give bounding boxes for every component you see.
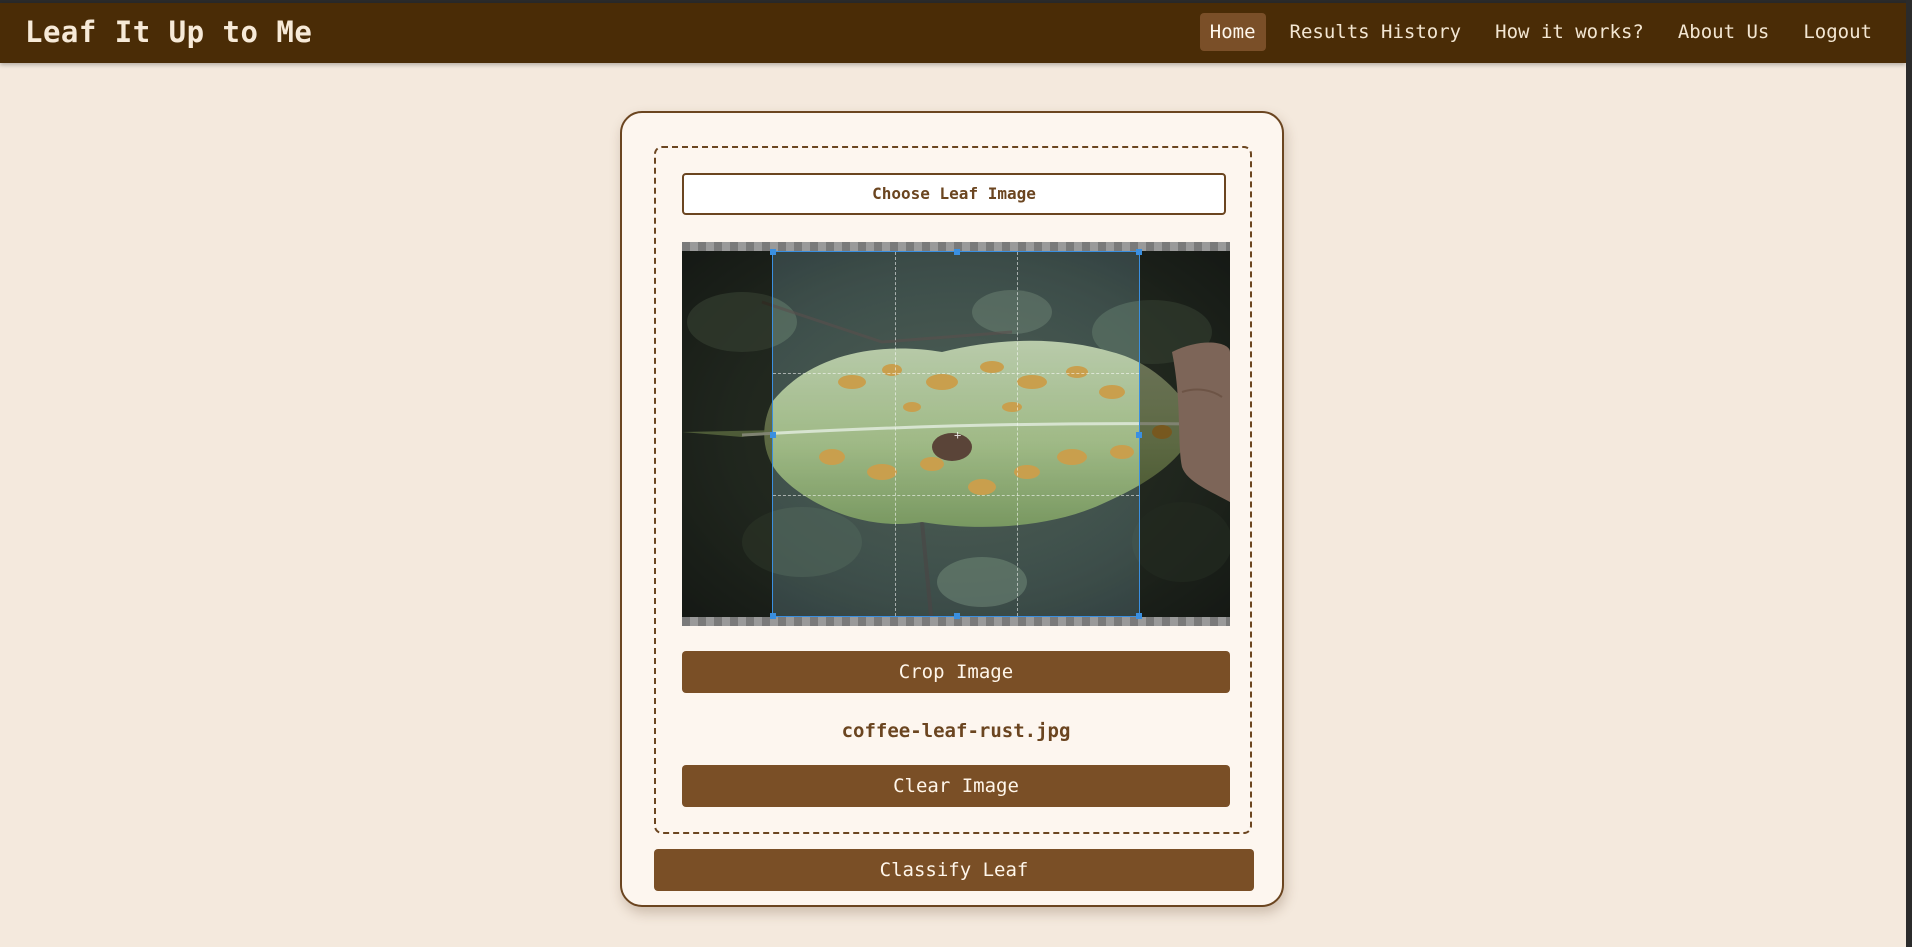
navbar: Leaf It Up to Me Home Results History Ho… (0, 3, 1906, 63)
crop-mask-left (682, 251, 772, 617)
crop-guide-vertical-2 (1016, 252, 1018, 616)
crop-center-icon: + (954, 428, 962, 442)
nav-results-history[interactable]: Results History (1280, 13, 1472, 51)
nav-links: Home Results History How it works? About… (1199, 13, 1882, 51)
crop-handle-top-left[interactable] (770, 249, 776, 255)
nav-home[interactable]: Home (1199, 13, 1266, 51)
crop-handle-left[interactable] (770, 432, 776, 438)
brand-title[interactable]: Leaf It Up to Me (25, 15, 312, 49)
crop-guide-horizontal-2 (773, 494, 1139, 496)
image-dropzone[interactable]: Choose Leaf Image + Crop Image coffee-le… (654, 146, 1252, 834)
crop-handle-top[interactable] (954, 249, 960, 255)
nav-how-it-works[interactable]: How it works? (1485, 13, 1654, 51)
crop-selection-box[interactable]: + (770, 249, 1142, 619)
crop-handle-top-right[interactable] (1136, 249, 1142, 255)
crop-handle-bottom-right[interactable] (1136, 613, 1142, 619)
choose-leaf-image-button[interactable]: Choose Leaf Image (682, 173, 1226, 215)
clear-image-button[interactable]: Clear Image (682, 765, 1230, 807)
crop-handle-bottom-left[interactable] (770, 613, 776, 619)
crop-guide-horizontal-1 (773, 373, 1139, 375)
upload-card: Choose Leaf Image + Crop Image coffee-le… (620, 111, 1284, 907)
crop-handle-bottom[interactable] (954, 613, 960, 619)
crop-guide-vertical-1 (894, 252, 896, 616)
classify-leaf-button[interactable]: Classify Leaf (654, 849, 1254, 891)
nav-about-us[interactable]: About Us (1668, 13, 1780, 51)
page-scrollbar[interactable] (1906, 0, 1912, 947)
image-cropper[interactable]: + (682, 242, 1230, 626)
crop-mask-right (1140, 251, 1230, 617)
crop-image-button[interactable]: Crop Image (682, 651, 1230, 693)
crop-handle-right[interactable] (1136, 432, 1142, 438)
selected-file-name: coffee-leaf-rust.jpg (841, 720, 1071, 742)
nav-logout[interactable]: Logout (1793, 13, 1882, 51)
